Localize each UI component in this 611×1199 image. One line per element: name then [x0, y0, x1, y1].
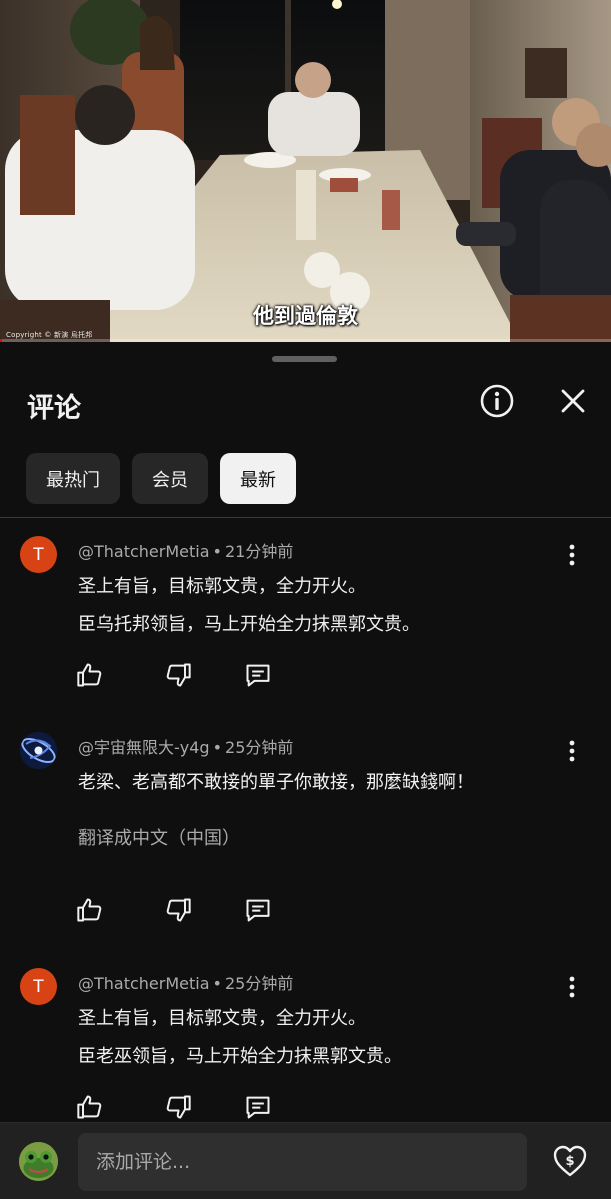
comment-time: 25分钟前: [224, 974, 294, 993]
avatar-letter: T: [33, 544, 44, 565]
meta-separator: •: [212, 542, 222, 561]
comment-author[interactable]: @ThatcherMetia: [78, 974, 210, 993]
reply-button[interactable]: [243, 1092, 273, 1122]
more-vertical-icon: [569, 740, 575, 762]
comment-text-line: 老梁、老高都不敢接的單子你敢接，那麼缺錢啊！: [78, 772, 474, 793]
reply-icon: [246, 664, 270, 687]
comment-more-button[interactable]: [560, 738, 584, 764]
comment-text-line: 臣乌托邦领旨，马上开始全力抹黑郭文贵。: [78, 614, 420, 635]
translate-link[interactable]: 翻译成中文（中国）: [78, 824, 240, 850]
panel-title: 评论: [27, 393, 81, 424]
more-vertical-icon: [569, 976, 575, 998]
comment-meta: @宇宙無限大-y4g • 25分钟前: [78, 734, 293, 758]
dislike-button[interactable]: [163, 660, 193, 690]
dislike-button[interactable]: [163, 1092, 193, 1122]
meta-separator: •: [212, 738, 223, 757]
add-comment-input[interactable]: 添加评论...: [78, 1133, 527, 1191]
video-frame-image: [0, 0, 611, 342]
drag-handle[interactable]: [272, 356, 337, 362]
thumbs-up-icon: [77, 898, 102, 922]
comment-author[interactable]: @宇宙無限大-y4g: [78, 738, 210, 757]
thumbs-up-icon: [77, 1095, 102, 1119]
comment-text-line: 圣上有旨，目标郭文贵，全力开火。: [78, 1008, 366, 1029]
frog-avatar-image: [19, 1142, 58, 1181]
close-button[interactable]: [551, 379, 595, 423]
galaxy-avatar-image: [20, 732, 57, 769]
reply-button[interactable]: [243, 660, 273, 690]
like-button[interactable]: [75, 895, 105, 925]
comment-text-line: 臣老巫领旨，马上开始全力抹黑郭文贵。: [78, 1046, 402, 1067]
video-player[interactable]: 他到過倫敦 Copyright © 新演 烏托邦: [0, 0, 611, 342]
more-vertical-icon: [569, 544, 575, 566]
thumbs-down-icon: [166, 1095, 191, 1119]
chip-top[interactable]: 最热门: [26, 453, 120, 504]
thumbs-down-icon: [166, 663, 191, 687]
chip-newest[interactable]: 最新: [220, 453, 296, 504]
avatar[interactable]: [20, 732, 57, 769]
comment-meta: @ThatcherMetia • 21分钟前: [78, 538, 293, 562]
comment-composer: 添加评论... $: [0, 1122, 611, 1199]
reply-icon: [246, 1096, 270, 1119]
avatar[interactable]: T: [20, 968, 57, 1005]
reply-icon: [246, 899, 270, 922]
avatar[interactable]: T: [20, 536, 57, 573]
chips-divider: [0, 517, 611, 518]
reply-button[interactable]: [243, 895, 273, 925]
meta-separator: •: [212, 974, 222, 993]
comment-author[interactable]: @ThatcherMetia: [78, 542, 210, 561]
super-thanks-icon: $: [553, 1145, 587, 1177]
video-subtitle: 他到過倫敦: [253, 304, 358, 328]
app-root: 他到過倫敦 Copyright © 新演 烏托邦 评论 最热门 会员 最新 T …: [0, 0, 611, 1199]
avatar[interactable]: [19, 1142, 58, 1181]
thumbs-up-icon: [77, 663, 102, 687]
like-button[interactable]: [75, 1092, 105, 1122]
info-button[interactable]: [475, 379, 519, 423]
svg-text:$: $: [565, 1154, 574, 1169]
comment-more-button[interactable]: [560, 974, 584, 1000]
super-thanks-button[interactable]: $: [549, 1140, 591, 1182]
info-icon: [480, 384, 514, 418]
close-icon: [561, 389, 585, 413]
chip-members[interactable]: 会员: [132, 453, 208, 504]
comment-text-line: 圣上有旨，目标郭文贵，全力开火。: [78, 576, 366, 597]
sort-chips: 最热门 会员 最新: [26, 453, 296, 504]
avatar-letter: T: [33, 976, 44, 997]
comment-more-button[interactable]: [560, 542, 584, 568]
thumbs-down-icon: [166, 898, 191, 922]
comment-time: 21分钟前: [224, 542, 294, 561]
comment-meta: @ThatcherMetia • 25分钟前: [78, 970, 293, 994]
dislike-button[interactable]: [163, 895, 193, 925]
comments-panel: 评论 最热门 会员 最新 T @ThatcherMetia • 21分钟前 圣上…: [0, 342, 611, 1199]
comment-time: 25分钟前: [225, 738, 294, 757]
like-button[interactable]: [75, 660, 105, 690]
